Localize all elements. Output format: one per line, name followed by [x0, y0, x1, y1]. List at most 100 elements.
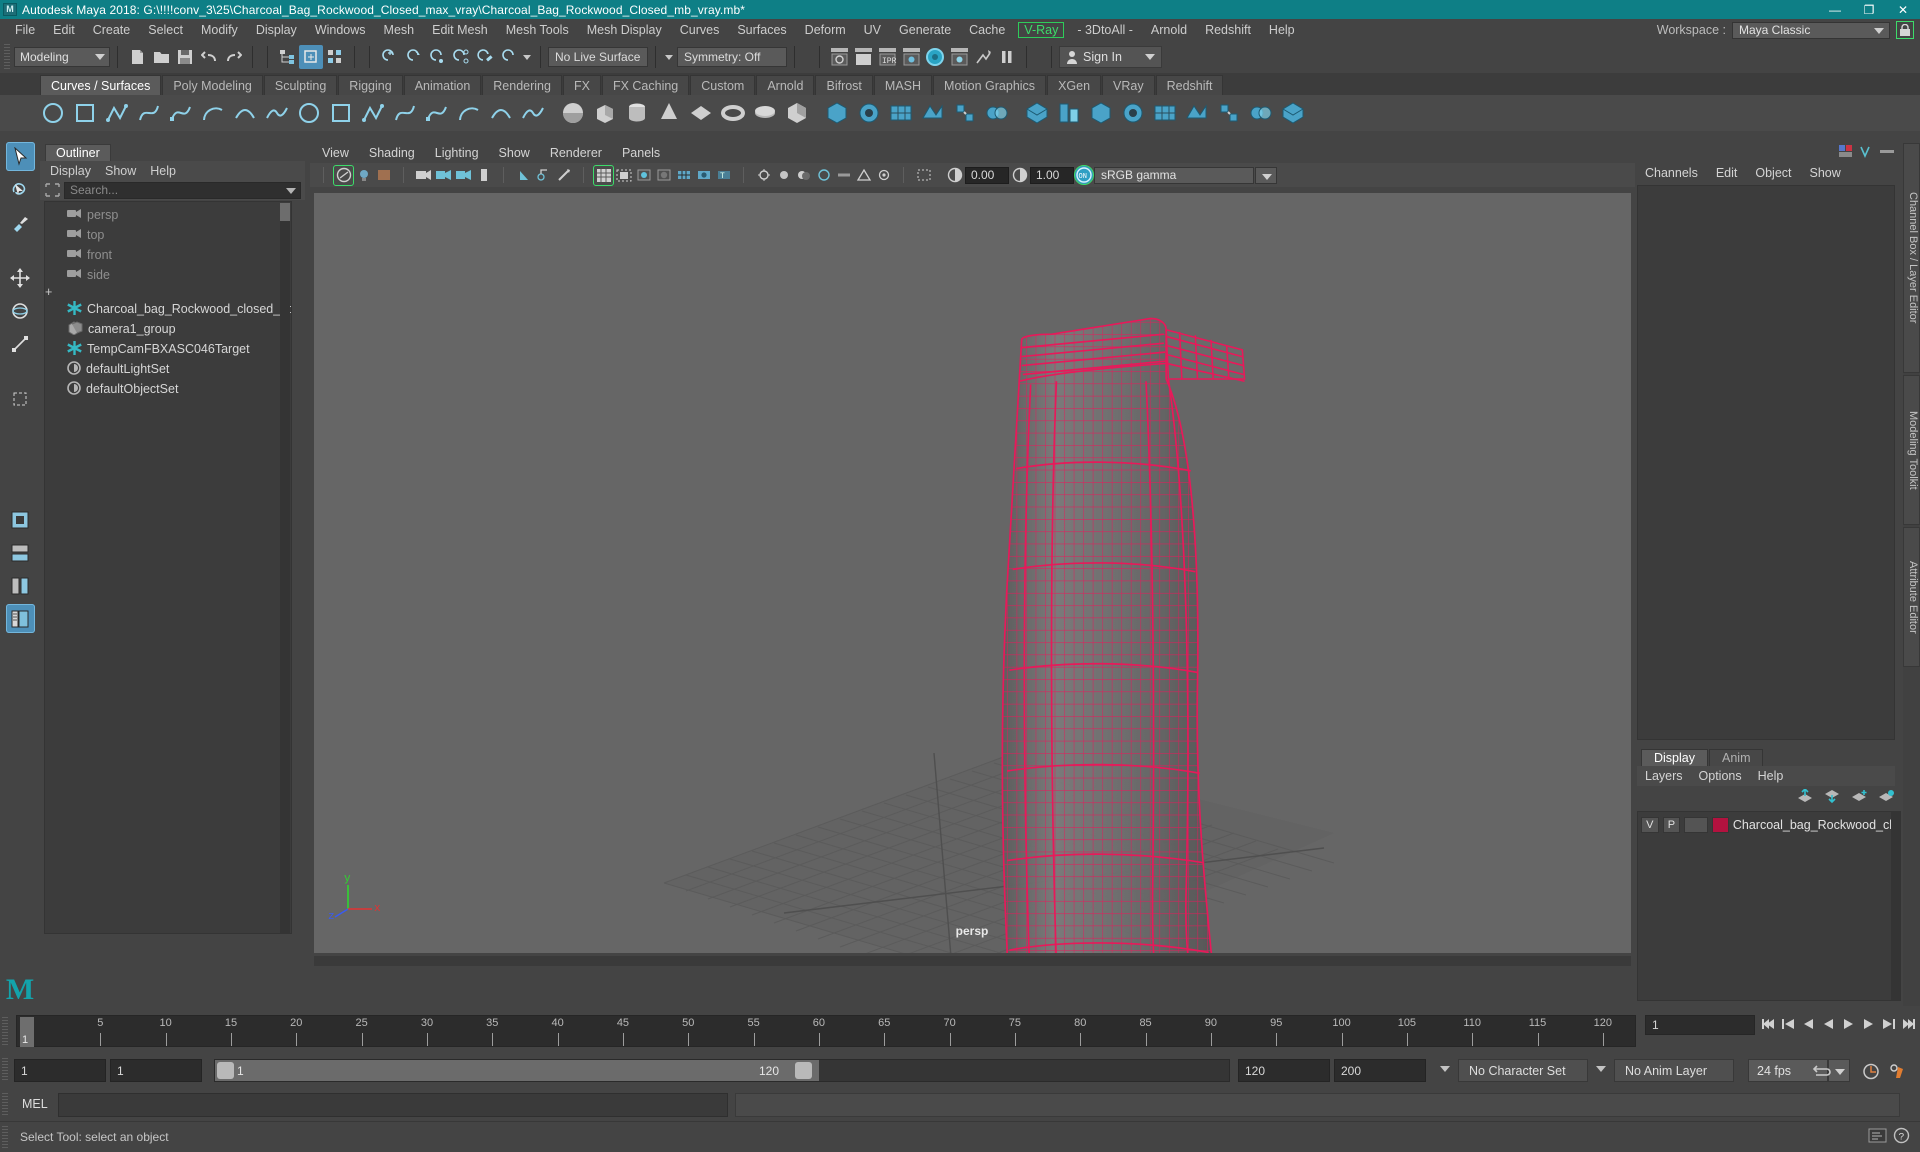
- outliner-item[interactable]: defaultObjectSet: [45, 379, 291, 399]
- sign-in-button[interactable]: Sign In: [1059, 46, 1162, 68]
- bezier-curve-icon[interactable]: [166, 98, 196, 128]
- new-layer-from-selected-icon[interactable]: [1878, 789, 1895, 806]
- motion-blur-icon[interactable]: [834, 166, 853, 185]
- outliner-tab[interactable]: Outliner: [45, 144, 111, 161]
- channelbox-icon[interactable]: [1839, 145, 1853, 161]
- vtab-attribute-editor[interactable]: Attribute Editor: [1903, 527, 1920, 667]
- color-management-combo[interactable]: sRGB gamma: [1094, 166, 1254, 184]
- ep-curve-icon[interactable]: [102, 98, 132, 128]
- bookmarks-icon[interactable]: [434, 166, 453, 185]
- animation-start-field[interactable]: 1: [14, 1059, 106, 1082]
- pencil-curve-icon[interactable]: [134, 98, 164, 128]
- move-layer-up-icon[interactable]: [1797, 787, 1814, 806]
- range-slider-grip[interactable]: [2, 1058, 8, 1082]
- layout-outliner-persp-button[interactable]: [5, 604, 35, 633]
- anim-layer-combo[interactable]: No Anim Layer: [1614, 1059, 1734, 1082]
- shelf-tab-sculpting[interactable]: Sculpting: [263, 75, 338, 95]
- outliner-item[interactable]: TempCamFBXASC046Target: [45, 339, 291, 359]
- menu-cache[interactable]: Cache: [960, 21, 1014, 39]
- curve-tool-icon[interactable]: [230, 98, 260, 128]
- shelf-tab-rendering[interactable]: Rendering: [482, 75, 562, 95]
- shelf-tab-redshift[interactable]: Redshift: [1155, 75, 1224, 95]
- move-tool-button[interactable]: [6, 263, 35, 292]
- select-by-hierarchy-icon[interactable]: [275, 45, 299, 69]
- anim-preferences-icon[interactable]: [1888, 1063, 1908, 1083]
- save-scene-icon[interactable]: [173, 45, 197, 69]
- layer-list[interactable]: V P Charcoal_bag_Rockwood_clos: [1637, 811, 1895, 1001]
- channelbox-content[interactable]: [1637, 185, 1895, 740]
- layer-visibility-toggle[interactable]: V: [1641, 817, 1659, 833]
- ipr-render-icon[interactable]: IPR: [875, 45, 899, 69]
- menu-modify[interactable]: Modify: [192, 21, 247, 39]
- snap-view-plane-icon[interactable]: [497, 45, 521, 69]
- nurbs-cone-icon[interactable]: [654, 98, 684, 128]
- step-forward-key-icon[interactable]: [1880, 1014, 1897, 1033]
- tool-settings-icon[interactable]: [1879, 145, 1895, 161]
- shelf-tab-fx-caching[interactable]: FX Caching: [601, 75, 690, 95]
- render-settings-icon[interactable]: [899, 45, 923, 69]
- menu-mesh-tools[interactable]: Mesh Tools: [497, 21, 578, 39]
- hypershade-icon[interactable]: [923, 45, 947, 69]
- command-output[interactable]: [735, 1093, 1900, 1117]
- symmetry-field[interactable]: Symmetry: Off: [677, 47, 787, 67]
- poly-cone-icon[interactable]: [918, 98, 948, 128]
- smooth-shade-icon[interactable]: [694, 166, 713, 185]
- expand-icon[interactable]: +: [45, 285, 52, 299]
- outliner-menu-help[interactable]: Help: [150, 164, 176, 178]
- shadows-icon[interactable]: [794, 166, 813, 185]
- layout-two-pane-side-button[interactable]: [6, 571, 35, 600]
- playback-speed-arrow[interactable]: [1828, 1059, 1850, 1082]
- nurbs-square2-icon[interactable]: [782, 98, 812, 128]
- snap-projected-icon[interactable]: [449, 45, 473, 69]
- nurbs-circle2-icon[interactable]: [750, 98, 780, 128]
- menu-edit[interactable]: Edit: [44, 21, 84, 39]
- offset-curve-icon[interactable]: [326, 98, 356, 128]
- menu-vray[interactable]: V-Ray: [1018, 22, 1065, 38]
- boolean-diff-icon[interactable]: [1054, 98, 1084, 128]
- camera-attrs-icon[interactable]: [414, 166, 433, 185]
- command-line-grip[interactable]: [2, 1093, 8, 1115]
- exposure-icon[interactable]: [945, 166, 964, 185]
- menu-file[interactable]: File: [6, 21, 44, 39]
- menu-mesh[interactable]: Mesh: [375, 21, 424, 39]
- menu-windows[interactable]: Windows: [306, 21, 375, 39]
- render-view-icon[interactable]: [947, 45, 971, 69]
- scale-tool-button[interactable]: [6, 329, 35, 358]
- hardware-texturing-icon[interactable]: T: [714, 166, 733, 185]
- menu-redshift[interactable]: Redshift: [1196, 21, 1260, 39]
- paint-select-tool-button[interactable]: [6, 208, 35, 237]
- snap-grid-icon[interactable]: [377, 45, 401, 69]
- current-frame-field[interactable]: 1: [1645, 1015, 1755, 1035]
- all-lights-icon[interactable]: [774, 166, 793, 185]
- menuset-combo[interactable]: Modeling: [14, 47, 110, 67]
- auto-key-icon[interactable]: [1862, 1063, 1880, 1083]
- viewport-horizontal-scrollbar[interactable]: [314, 956, 1631, 966]
- range-handle-start[interactable]: [217, 1062, 234, 1079]
- live-surface-field[interactable]: No Live Surface: [548, 47, 648, 67]
- go-to-end-icon[interactable]: [1900, 1014, 1917, 1033]
- film-gate-icon[interactable]: [554, 166, 573, 185]
- outliner-item[interactable]: camera1_group: [45, 319, 291, 339]
- outliner-vertical-scrollbar[interactable]: [280, 203, 290, 933]
- viewport-menu-show[interactable]: Show: [499, 146, 530, 160]
- mirror-icon[interactable]: [1118, 98, 1148, 128]
- select-by-object-icon[interactable]: [299, 45, 323, 69]
- attach-curve-icon[interactable]: [262, 98, 292, 128]
- layer-menu-options[interactable]: Options: [1699, 769, 1742, 783]
- menu-help[interactable]: Help: [1260, 21, 1304, 39]
- rotate-tool-button[interactable]: [6, 296, 35, 325]
- new-scene-icon[interactable]: [125, 45, 149, 69]
- select-tool-button[interactable]: [5, 142, 35, 171]
- character-set-combo[interactable]: No Character Set: [1458, 1059, 1588, 1082]
- vtab-channel-box[interactable]: Channel Box / Layer Editor: [1903, 143, 1920, 373]
- outliner-item[interactable]: side: [45, 265, 291, 285]
- layer-menu-help[interactable]: Help: [1758, 769, 1784, 783]
- layer-type-toggle[interactable]: [1684, 817, 1709, 833]
- separate-icon[interactable]: [1182, 98, 1212, 128]
- command-language-label[interactable]: MEL: [22, 1097, 48, 1111]
- color-management-toggle-icon[interactable]: ON: [1074, 165, 1094, 185]
- shelf-tab-custom[interactable]: Custom: [690, 75, 756, 95]
- menu-select[interactable]: Select: [139, 21, 192, 39]
- loop-icon[interactable]: [1812, 1064, 1831, 1081]
- combine-icon[interactable]: [1150, 98, 1180, 128]
